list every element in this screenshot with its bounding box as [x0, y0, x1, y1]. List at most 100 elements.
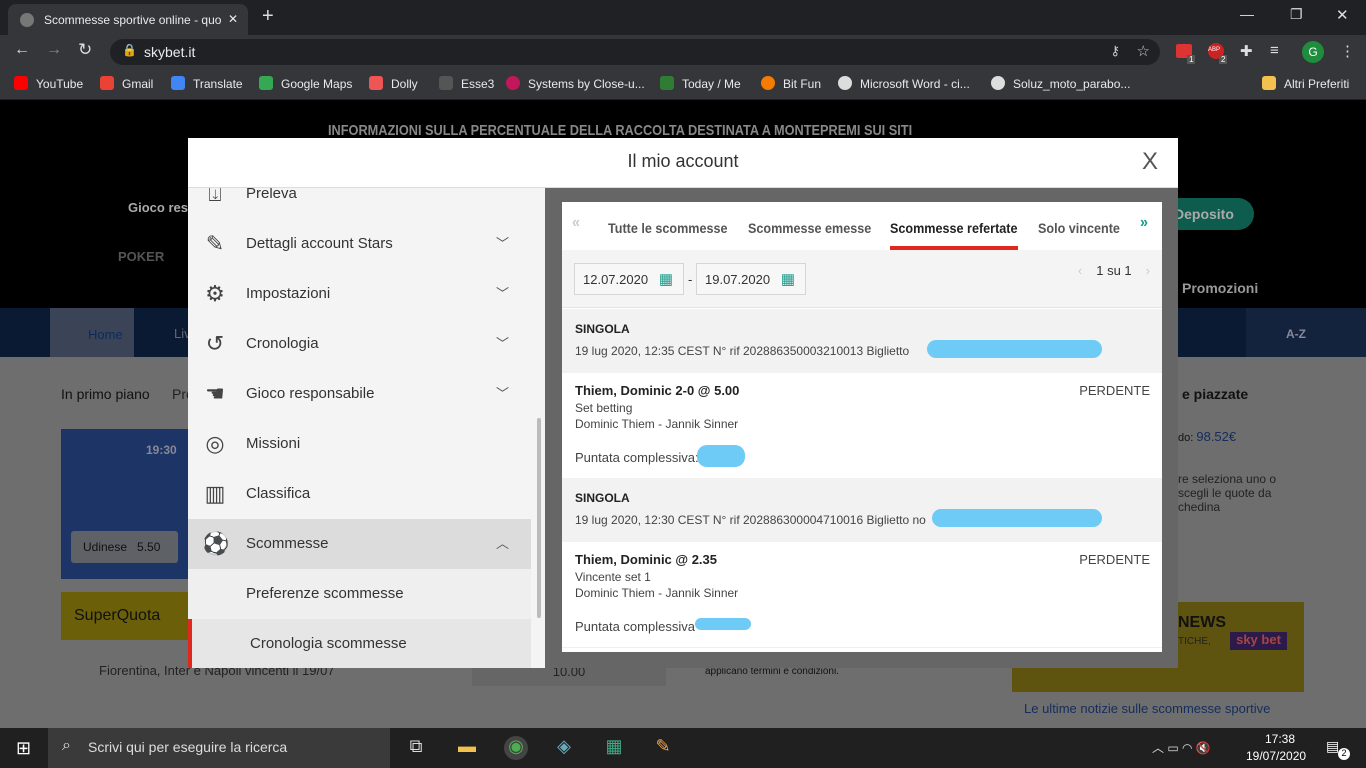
menu-item-dettagli-account-stars[interactable]: ✎ Dettagli account Stars ﹀ [188, 219, 531, 269]
tab-in-primo-piano[interactable]: In primo piano [61, 386, 150, 402]
menu-item-missioni[interactable]: ◎ Missioni [188, 419, 531, 469]
calendar-icon[interactable]: ▦ [781, 270, 795, 288]
paint-icon[interactable]: ✎ [651, 736, 675, 760]
chevron-down-icon[interactable]: ﹀ [496, 383, 509, 402]
superquota-banner[interactable]: SuperQuota [61, 592, 188, 640]
close-tab-icon[interactable]: ✕ [228, 12, 238, 26]
menu-item-label: Missioni [246, 435, 301, 452]
menu-item-label: Scommesse [246, 535, 329, 552]
clock-date[interactable]: 19/07/2020 [1246, 749, 1306, 763]
chevron-up-icon[interactable]: ︿ [496, 533, 509, 552]
menu-scrollbar[interactable] [537, 418, 541, 618]
bet-meta: 19 lug 2020, 12:30 CEST N° rif 202886300… [575, 513, 926, 527]
media-icon[interactable]: ≡ [1270, 42, 1279, 59]
taskbar-search[interactable]: ⌕ Scrivi qui per eseguire la ricerca [48, 728, 390, 768]
poker-link[interactable]: POKER [118, 249, 164, 264]
task-view-icon[interactable]: ⧉ [404, 736, 428, 760]
maximize-icon[interactable]: ❐ [1290, 6, 1303, 23]
menu-item-preleva[interactable]: ⍗ Preleva [188, 188, 531, 219]
bookmark-esse3[interactable]: Esse3 [439, 76, 494, 91]
bookmark-today[interactable]: Today / Me [660, 76, 741, 91]
clock-time[interactable]: 17:38 [1250, 732, 1310, 746]
star-icon[interactable]: ☆ [1137, 42, 1150, 60]
bookmark-systems[interactable]: Systems by Close-u... [506, 76, 645, 91]
tab-tutte[interactable]: Tutte le scommesse [608, 220, 728, 236]
next-page-icon[interactable]: › [1146, 263, 1150, 278]
bookmark-word[interactable]: Microsoft Word - ci... [838, 76, 970, 91]
bookmark-bitfun[interactable]: Bit Fun [761, 76, 821, 91]
odds-button[interactable]: Udinese 5.50 [71, 531, 178, 563]
new-tab-icon[interactable]: + [262, 5, 274, 28]
menu-item-cronologia[interactable]: ↺ Cronologia ﹀ [188, 319, 531, 369]
key-icon[interactable]: ⚷ [1110, 43, 1120, 59]
redaction [695, 618, 751, 630]
skybet-logo: sky bet [1230, 632, 1287, 650]
tab-refertate[interactable]: Scommesse refertate [890, 220, 1017, 236]
menu-item-label: Preleva [246, 188, 297, 202]
reload-icon[interactable]: ↻ [78, 40, 92, 60]
chevron-down-icon[interactable]: ﹀ [496, 283, 509, 302]
bookmark-folder-altri[interactable]: Altri Preferiti [1262, 76, 1349, 91]
profile-avatar[interactable]: G [1302, 41, 1324, 63]
menu-item-cronologia-scommesse[interactable]: Cronologia scommesse [188, 619, 531, 668]
bet-event: Dominic Thiem - Jannik Sinner [575, 417, 739, 431]
content-panel: « Tutte le scommesse Scommesse emesse Sc… [545, 188, 1178, 668]
redaction [697, 445, 745, 467]
browser-tab[interactable]: Scommesse sportive online - quo ✕ [8, 4, 248, 35]
bar-chart-icon: ▥ [204, 481, 226, 506]
tab-solo-vincente[interactable]: Solo vincente [1038, 220, 1120, 236]
menu-item-scommesse[interactable]: ⚽ Scommesse ︿ [188, 519, 531, 569]
back-icon[interactable]: ← [14, 41, 30, 59]
virtualbox-icon[interactable]: ◈ [552, 736, 576, 760]
puzzle-icon[interactable]: ✚ [1240, 42, 1253, 60]
bookmark-gmail[interactable]: Gmail [100, 76, 153, 91]
menu-item-classifica[interactable]: ▥ Classifica [188, 469, 531, 519]
bookmark-dolly[interactable]: Dolly [369, 76, 418, 91]
chrome-icon[interactable]: ◉ [504, 736, 528, 760]
menu-item-gioco-responsabile[interactable]: ☚ Gioco responsabile ﹀ [188, 369, 531, 419]
bet-row[interactable]: Thiem, Dominic 2-0 @ 5.00 PERDENTE Set b… [562, 373, 1162, 479]
file-explorer-icon[interactable]: ▬ [455, 736, 479, 760]
menu-item-preferenze-scommesse[interactable]: Preferenze scommesse [188, 569, 531, 619]
account-modal: Il mio account X ⍗ Preleva ✎ Dettagli accou… [188, 138, 1178, 668]
prev-page-icon[interactable]: ‹ [1078, 263, 1082, 278]
bookmark-soluz[interactable]: Soluz_moto_parabo... [991, 76, 1130, 91]
close-icon[interactable]: X [1142, 148, 1158, 176]
bet-row[interactable]: Thiem, Dominic @ 2.35 PERDENTE Vincente … [562, 542, 1162, 648]
chevron-down-icon[interactable]: ﹀ [496, 333, 509, 352]
search-icon: ⌕ [62, 737, 71, 754]
chevron-down-icon[interactable]: ﹀ [496, 233, 509, 252]
minimize-icon[interactable]: — [1240, 6, 1254, 22]
close-window-icon[interactable]: ✕ [1336, 6, 1349, 24]
windows-start-icon[interactable]: ⊞ [16, 738, 31, 759]
tabs-next-icon[interactable]: » [1140, 214, 1148, 232]
menu-item-label: Preferenze scommesse [246, 585, 404, 602]
gear-icon: ⚙ [205, 281, 225, 306]
betslip-hint: re seleziona uno o scegli le quote da ch… [1178, 472, 1277, 514]
history-icon: ↺ [205, 331, 225, 356]
promo-link[interactable]: Promozioni [1182, 280, 1258, 296]
menu-item-impostazioni[interactable]: ⚙ Impostazioni ﹀ [188, 269, 531, 319]
nav-az[interactable]: A-Z [1246, 308, 1366, 357]
calendar-icon[interactable]: ▦ [659, 270, 673, 288]
tabs-prev-icon[interactable]: « [572, 214, 580, 232]
news-link[interactable]: Le ultime notizie sulle scommesse sporti… [1024, 701, 1270, 716]
tray-icons[interactable]: ︿ ▭ ◠ 🔇 [1152, 739, 1211, 756]
gioco-link[interactable]: Gioco res [128, 200, 188, 215]
nav-home[interactable]: Home [50, 308, 134, 357]
address-bar[interactable]: 🔒 skybet.it ⚷ ☆ [110, 39, 1160, 65]
date-to-field[interactable]: 19.07.2020 ▦ [696, 263, 806, 295]
forward-icon[interactable]: → [46, 41, 62, 59]
bet-stake: Puntata complessiva [575, 619, 695, 634]
bookmark-maps[interactable]: Google Maps [259, 76, 352, 91]
bookmark-translate[interactable]: Translate [171, 76, 243, 91]
calculator-icon[interactable]: ▦ [602, 736, 626, 760]
menu-icon[interactable]: ⋮ [1340, 42, 1355, 60]
bookmark-youtube[interactable]: YouTube [14, 76, 83, 91]
date-from-field[interactable]: 12.07.2020 ▦ [574, 263, 684, 295]
url-text: skybet.it [144, 44, 196, 60]
bet-meta: 19 lug 2020, 12:35 CEST N° rif 202886350… [575, 344, 910, 358]
bet-market: Vincente set 1 [575, 570, 651, 584]
bet-tabs: « Tutte le scommesse Scommesse emesse Sc… [562, 202, 1162, 250]
tab-emesse[interactable]: Scommesse emesse [748, 220, 871, 236]
